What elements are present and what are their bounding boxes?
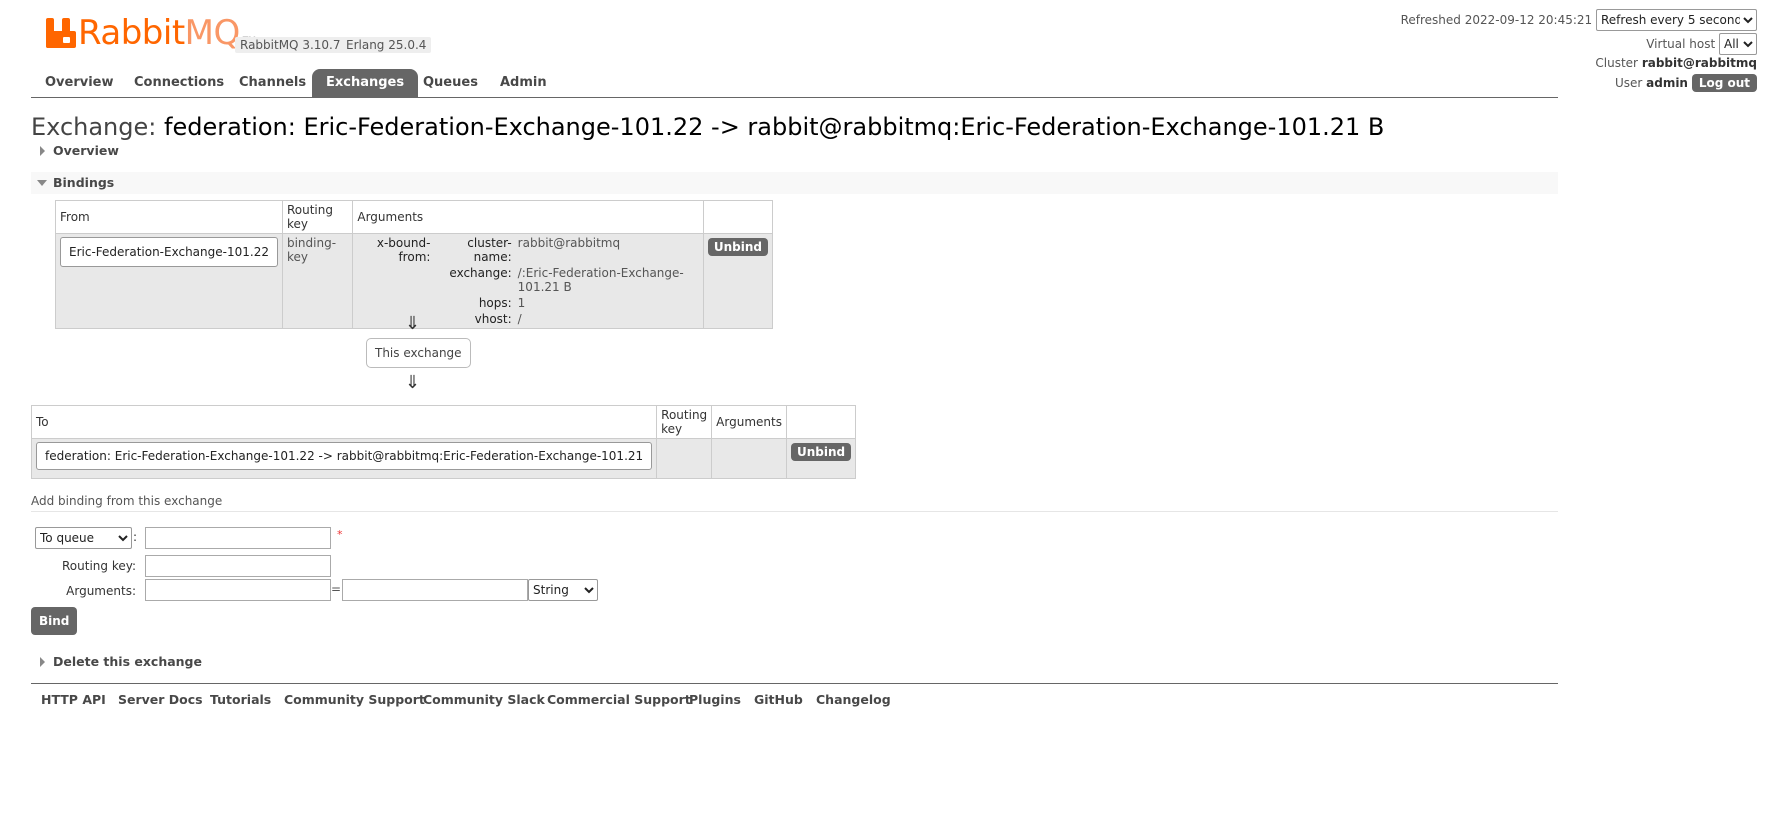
down-arrow-icon: ⇓ [405, 313, 421, 334]
this-exchange-box: This exchange [366, 338, 471, 368]
arg-key: exchange: [449, 266, 512, 280]
equals-sign: = [331, 582, 342, 596]
section-overview-toggle[interactable]: Overview [31, 140, 1558, 162]
tab-overview[interactable]: Overview [31, 69, 128, 97]
cluster-info: Cluster rabbit@rabbitmq [1595, 56, 1757, 70]
refresh-area: Refreshed 2022-09-12 20:45:21 Refresh ev… [1401, 9, 1757, 31]
refreshed-timestamp: Refreshed 2022-09-12 20:45:21 [1400, 13, 1593, 27]
expand-triangle-icon [40, 657, 45, 667]
user-info: User admin Log out [1615, 74, 1757, 92]
destination-type-select[interactable]: To queue [35, 527, 132, 549]
colon-separator: : [133, 530, 138, 544]
tab-connections[interactable]: Connections [120, 69, 238, 97]
cluster-label: Cluster [1595, 56, 1638, 70]
col-arguments: Arguments [352, 200, 704, 234]
section-bindings-label: Bindings [53, 175, 115, 190]
page-title: Exchange: federation: Eric-Federation-Ex… [31, 113, 1384, 141]
col-to: To [30, 405, 658, 439]
rabbitmq-logo[interactable]: RabbitMQ TM [46, 13, 256, 53]
argument-value-input[interactable] [342, 579, 528, 601]
col-from: From [55, 200, 283, 234]
section-overview-label: Overview [53, 143, 119, 158]
required-marker: * [337, 528, 343, 541]
vhost-label: Virtual host [1646, 37, 1716, 51]
expand-triangle-icon [40, 146, 45, 156]
footer-link-server-docs[interactable]: Server Docs [118, 692, 203, 707]
user-name: admin [1646, 76, 1688, 90]
logout-button[interactable]: Log out [1691, 74, 1757, 92]
arg-value: / [517, 312, 522, 326]
routing-key-input[interactable] [145, 555, 331, 577]
footer-link-plugins[interactable]: Plugins [689, 692, 741, 707]
destination-name-input[interactable] [145, 527, 331, 549]
routing-key-value [656, 438, 713, 479]
footer: HTTP API Server Docs Tutorials Community… [31, 683, 1558, 714]
unbind-button[interactable]: Unbind [790, 443, 852, 461]
argument-type-select[interactable]: String [528, 579, 598, 601]
unbind-button[interactable]: Unbind [707, 238, 768, 256]
page-title-prefix: Exchange: [31, 113, 157, 141]
col-arguments: Arguments [711, 405, 787, 439]
tab-queues[interactable]: Queues [409, 69, 492, 97]
section-bindings-toggle[interactable]: Bindings [31, 172, 1558, 194]
col-routing-key: Routing key [656, 405, 713, 439]
arg-key: hops: [478, 296, 512, 310]
incoming-bindings-table: From Routing key Arguments Eric-Federati… [55, 200, 774, 329]
logo-text: RabbitMQ [78, 13, 240, 53]
add-binding-heading: Add binding from this exchange [31, 494, 1558, 512]
arg-group-key: x-bound-from: [376, 236, 431, 264]
footer-link-http-api[interactable]: HTTP API [41, 692, 106, 707]
arguments-label: Arguments: [66, 584, 136, 598]
tab-exchanges[interactable]: Exchanges [312, 69, 419, 97]
erlang-version-badge: Erlang 25.0.4 [341, 37, 432, 53]
footer-link-changelog[interactable]: Changelog [816, 692, 891, 707]
section-delete-toggle[interactable]: Delete this exchange [31, 651, 1558, 673]
arg-value: 1 [517, 296, 526, 310]
rabbitmq-logo-icon [46, 18, 76, 48]
table-row: federation: Eric-Federation-Exchange-101… [30, 438, 857, 479]
section-delete-label: Delete this exchange [53, 654, 202, 669]
routing-key-label: Routing key: [62, 559, 136, 573]
tab-channels[interactable]: Channels [225, 69, 320, 97]
outgoing-bindings-table: To Routing key Arguments federation: Eri… [30, 405, 857, 479]
routing-key-value: binding-key [281, 233, 354, 329]
footer-link-github[interactable]: GitHub [754, 692, 803, 707]
main-nav-tabs: Overview Connections Channels Exchanges … [31, 69, 1558, 98]
vhost-area: Virtual host All [1646, 33, 1757, 55]
col-routing-key: Routing key [281, 200, 354, 234]
arg-key: cluster-name: [467, 236, 512, 264]
arg-value: rabbit@rabbitmq [517, 236, 621, 250]
collapse-triangle-icon [37, 180, 47, 186]
bind-button[interactable]: Bind [31, 607, 78, 635]
refresh-interval-select[interactable]: Refresh every 5 seconds [1596, 9, 1757, 31]
tab-admin[interactable]: Admin [486, 69, 561, 97]
cluster-name: rabbit@rabbitmq [1641, 56, 1757, 70]
footer-link-tutorials[interactable]: Tutorials [210, 692, 271, 707]
arg-value: /:Eric-Federation-Exchange-101.21 B [517, 266, 684, 294]
footer-link-commercial-support[interactable]: Commercial Support [547, 692, 691, 707]
col-actions [785, 405, 857, 439]
rabbitmq-version-badge: RabbitMQ 3.10.7 [235, 37, 346, 53]
arguments-value [711, 438, 787, 479]
user-label: User [1614, 76, 1643, 90]
footer-link-community-support[interactable]: Community Support [284, 692, 425, 707]
col-actions [702, 200, 774, 234]
arg-key: vhost: [474, 312, 512, 326]
source-exchange-link[interactable]: Eric-Federation-Exchange-101.22 [60, 237, 278, 267]
footer-link-community-slack[interactable]: Community Slack [423, 692, 545, 707]
exchange-name: federation: Eric-Federation-Exchange-101… [164, 113, 1385, 141]
vhost-select[interactable]: All [1719, 33, 1757, 55]
down-arrow-icon: ⇓ [405, 372, 421, 393]
destination-exchange-link[interactable]: federation: Eric-Federation-Exchange-101… [36, 442, 653, 470]
argument-key-input[interactable] [145, 579, 331, 601]
